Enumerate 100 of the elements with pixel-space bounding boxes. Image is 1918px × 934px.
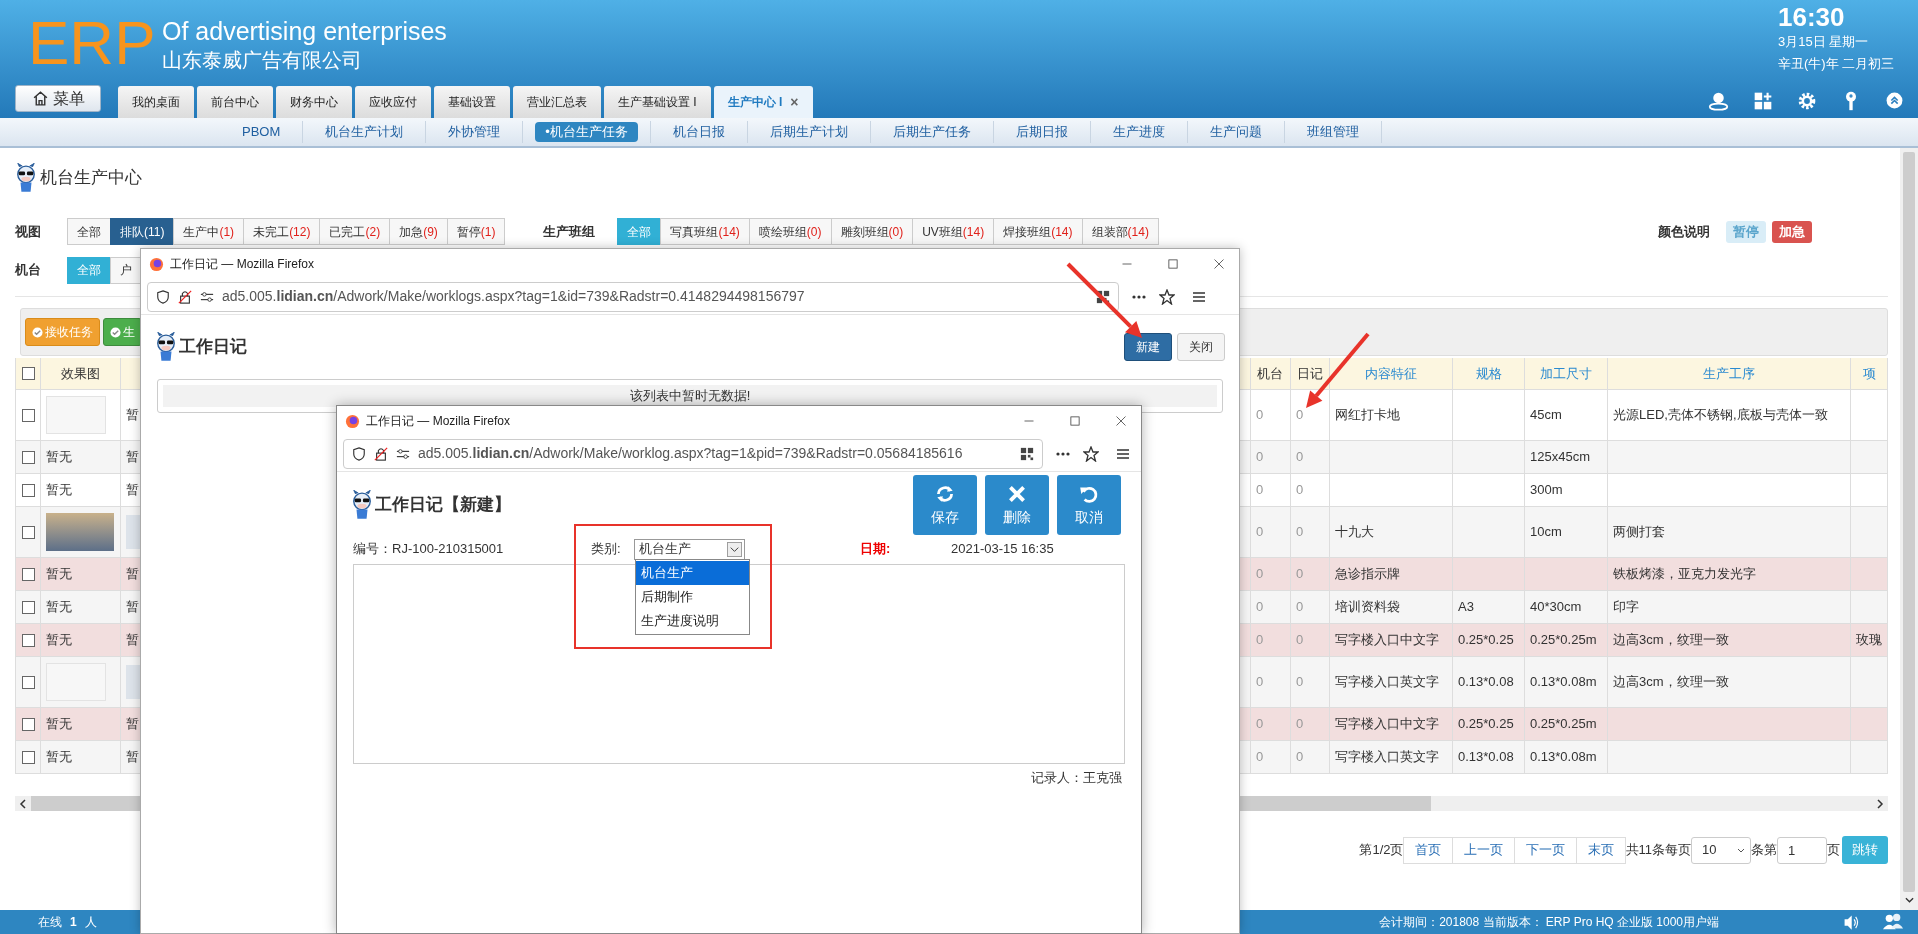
checkbox[interactable] bbox=[21, 567, 35, 581]
menu-button[interactable]: 菜单 bbox=[15, 85, 101, 112]
filter-button[interactable]: 户 bbox=[110, 256, 142, 284]
close-icon[interactable] bbox=[1213, 258, 1225, 270]
sub-navigation-item[interactable]: PBOM bbox=[232, 122, 291, 142]
scrollbar-thumb[interactable] bbox=[1903, 152, 1915, 892]
dialog-button[interactable]: 新建 bbox=[1124, 333, 1172, 361]
company-name: 山东泰威广告有限公司 bbox=[162, 48, 363, 73]
tab-close-button[interactable]: × bbox=[790, 91, 799, 113]
filter-button[interactable]: 焊接班组(14) bbox=[993, 218, 1083, 245]
filter-button[interactable]: 未完工(12) bbox=[243, 218, 321, 245]
sub-navigation-item[interactable]: 机台生产计划 bbox=[315, 122, 414, 142]
sub-navigation-item[interactable]: •机台生产任务 bbox=[535, 122, 638, 142]
checkbox[interactable] bbox=[21, 750, 35, 764]
dropdown-option[interactable]: 生产进度说明 bbox=[636, 609, 749, 633]
table-cell-text: 0 bbox=[1296, 673, 1304, 692]
dialog-heading: 工作日记【新建】 bbox=[375, 494, 511, 517]
collapse-icon[interactable] bbox=[1885, 91, 1904, 110]
dropdown-option[interactable]: 后期制作 bbox=[636, 585, 749, 609]
insecure-lock-icon[interactable] bbox=[178, 289, 192, 304]
table-cell-text: 培训资料袋 bbox=[1335, 598, 1400, 617]
checkbox[interactable] bbox=[21, 408, 35, 422]
filter-button[interactable]: 雕刻班组(0) bbox=[830, 218, 914, 245]
sub-navigation-item[interactable]: 生产问题 bbox=[1199, 122, 1272, 142]
dialog-button[interactable]: 关闭 bbox=[1177, 333, 1225, 361]
pagination-button[interactable]: 首页 bbox=[1402, 836, 1453, 864]
nav-tab[interactable]: 基础设置 bbox=[434, 86, 510, 118]
filter-button[interactable]: 暂停(1) bbox=[446, 218, 506, 245]
filter-button[interactable]: 写真班组(14) bbox=[660, 218, 750, 245]
filter-button[interactable]: 已完工(2) bbox=[319, 218, 391, 245]
table-cell-text: 0 bbox=[1296, 631, 1304, 650]
vertical-scrollbar[interactable] bbox=[1900, 148, 1918, 910]
nav-tab[interactable]: 生产基础设置 I bbox=[604, 86, 711, 118]
table-cell-text: 光源LED,壳体不锈钢,底板与壳体一致 bbox=[1613, 406, 1828, 425]
checkbox[interactable] bbox=[21, 483, 35, 497]
user-icon[interactable] bbox=[1708, 90, 1729, 111]
address-bar[interactable]: ad5.005.lidian.cn/Adwork/Make/worklog.aspx?tag=1&pid=739&Radstr=0.05684185616 bbox=[343, 438, 1043, 469]
grid-plus-icon[interactable] bbox=[1753, 90, 1773, 111]
action-button[interactable]: 保存 bbox=[913, 475, 977, 535]
filter-button[interactable]: 喷绘班组(0) bbox=[748, 218, 832, 245]
dropdown-option[interactable]: 机台生产 bbox=[636, 561, 749, 585]
scroll-left-icon[interactable] bbox=[19, 798, 27, 809]
sub-navigation-item[interactable]: 后期生产计划 bbox=[759, 122, 858, 142]
filter-button[interactable]: 全部 bbox=[67, 218, 111, 245]
filter-button[interactable]: 加急(9) bbox=[389, 218, 448, 245]
close-icon[interactable] bbox=[1115, 415, 1127, 427]
filter-button[interactable]: 组装部(14) bbox=[1081, 218, 1159, 245]
filter-button[interactable]: UV班组(14) bbox=[912, 218, 995, 245]
checkbox[interactable] bbox=[21, 600, 35, 614]
maximize-icon[interactable] bbox=[1167, 258, 1179, 270]
sub-navigation-item[interactable]: 班组管理 bbox=[1296, 122, 1369, 142]
sliders-icon[interactable] bbox=[396, 446, 410, 461]
checkbox[interactable] bbox=[21, 675, 35, 689]
nav-tab[interactable]: 应收应付 bbox=[355, 86, 431, 118]
page-number-field[interactable]: 1 bbox=[1777, 836, 1827, 864]
table-cell-text: 0 bbox=[1296, 748, 1304, 767]
sub-navigation-item[interactable]: 后期生产任务 bbox=[882, 122, 981, 142]
page-size-select[interactable]: 10 bbox=[1691, 836, 1751, 864]
category-select[interactable]: 机台生产 bbox=[634, 538, 745, 560]
sub-navigation-item[interactable]: 生产进度 bbox=[1102, 122, 1175, 142]
shield-icon[interactable] bbox=[352, 446, 366, 461]
sub-navigation-item[interactable]: 机台日报 bbox=[662, 122, 735, 142]
sub-navigation-item[interactable]: 外协管理 bbox=[438, 122, 511, 142]
scroll-down-icon[interactable] bbox=[1904, 896, 1914, 904]
checkbox[interactable] bbox=[21, 633, 35, 647]
checkbox[interactable] bbox=[21, 367, 35, 380]
table-cell-text: 45cm bbox=[1530, 406, 1562, 425]
filter-button[interactable]: 生产中(1) bbox=[173, 218, 245, 245]
checkbox[interactable] bbox=[21, 450, 35, 464]
nav-tab[interactable]: 生产中心 I × bbox=[713, 86, 813, 118]
action-button[interactable]: 删除 bbox=[985, 475, 1049, 535]
address-bar[interactable]: ad5.005.lidian.cn/Adwork/Make/worklogs.aspx?tag=1&id=739&Radstr=0.4148294498156797 bbox=[147, 281, 1119, 312]
nav-tab[interactable]: 前台中心 bbox=[197, 86, 273, 118]
nav-tab[interactable]: 营业汇总表 bbox=[513, 86, 601, 118]
shield-icon[interactable] bbox=[156, 289, 170, 304]
scroll-right-icon[interactable] bbox=[1876, 798, 1884, 809]
lunar-date: 辛丑(牛)年 二月初三 bbox=[1778, 55, 1896, 73]
checkbox[interactable] bbox=[21, 717, 35, 731]
qr-code-icon[interactable] bbox=[1096, 289, 1110, 304]
nav-tab[interactable]: 我的桌面 bbox=[118, 86, 194, 118]
table-cell-text: 暂无 bbox=[46, 715, 72, 734]
pagination-button[interactable]: 上一页 bbox=[1451, 836, 1515, 864]
bookmark-star-icon[interactable] bbox=[1159, 288, 1175, 305]
table-cell-text: 暂 bbox=[126, 715, 139, 734]
table-cell-text: 0 bbox=[1256, 748, 1264, 767]
maximize-icon[interactable] bbox=[1069, 415, 1081, 427]
nav-tab[interactable]: 财务中心 bbox=[276, 86, 352, 118]
checkbox[interactable] bbox=[21, 525, 35, 539]
action-button[interactable]: 取消 bbox=[1057, 475, 1121, 535]
pagination-text: 页 bbox=[1827, 841, 1840, 860]
insecure-lock-icon[interactable] bbox=[374, 446, 388, 461]
settings-icon[interactable] bbox=[1797, 90, 1817, 111]
url-text: ad5.005.lidian.cn/Adwork/Make/worklog.aspx?tag=1&pid=739&Radstr=0.05684185616 bbox=[418, 444, 964, 463]
qr-code-icon[interactable] bbox=[1020, 446, 1034, 461]
pagination-button[interactable]: 下一页 bbox=[1513, 836, 1577, 864]
sliders-icon[interactable] bbox=[200, 289, 214, 304]
sub-navigation-item[interactable]: 后期日报 bbox=[1005, 122, 1078, 142]
filter-button[interactable]: 排队(11) bbox=[110, 218, 175, 245]
bookmark-star-icon[interactable] bbox=[1083, 445, 1099, 462]
pagination-button[interactable]: 末页 bbox=[1575, 836, 1626, 864]
